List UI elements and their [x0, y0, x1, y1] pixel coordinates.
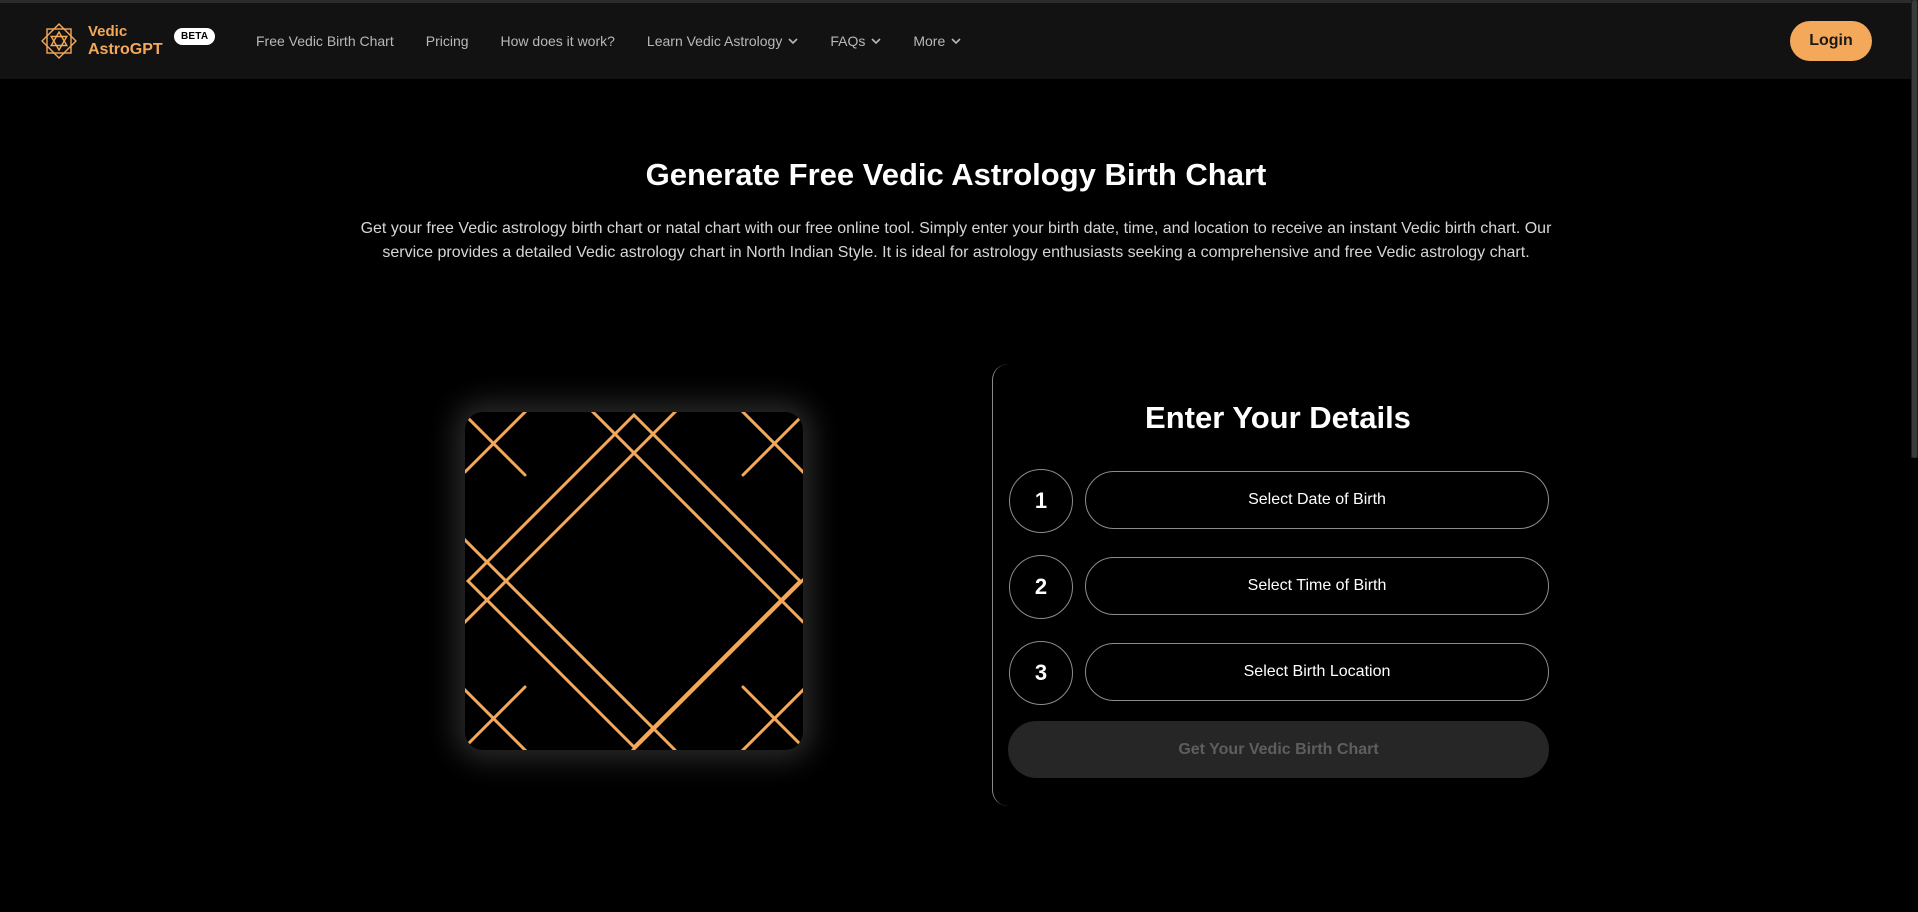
nav-free-vedic-birth-chart[interactable]: Free Vedic Birth Chart	[256, 33, 394, 49]
nav-faqs[interactable]: FAQs	[830, 33, 881, 49]
north-indian-chart-preview	[465, 412, 803, 750]
date-of-birth-field[interactable]: Select Date of Birth	[1085, 471, 1549, 529]
beta-badge: BETA	[174, 28, 216, 45]
chevron-down-icon	[871, 37, 881, 44]
nav-more[interactable]: More	[913, 33, 961, 49]
nav-label: FAQs	[830, 33, 866, 49]
star-of-david-icon	[41, 23, 77, 59]
nav-label: Learn Vedic Astrology	[646, 33, 783, 49]
chevron-down-icon	[788, 37, 798, 44]
step-number-1: 1	[1009, 469, 1073, 533]
step-number-2: 2	[1009, 555, 1073, 619]
main-nav: Free Vedic Birth Chart Pricing How does …	[256, 3, 993, 79]
nav-learn-vedic-astrology[interactable]: Learn Vedic Astrology	[647, 33, 798, 49]
nav-label: Pricing	[425, 33, 469, 49]
nav-label: How does it work?	[500, 33, 615, 49]
page-scrollbar[interactable]	[1911, 0, 1918, 458]
brand-line2: AstroGPT	[88, 41, 163, 58]
birth-location-field[interactable]: Select Birth Location	[1085, 643, 1549, 701]
navbar: Vedic AstroGPT BETA Free Vedic Birth Cha…	[0, 3, 1918, 79]
nav-label: Free Vedic Birth Chart	[256, 33, 394, 49]
brand-name: Vedic AstroGPT	[88, 23, 163, 59]
step-number-3: 3	[1009, 641, 1073, 705]
login-button[interactable]: Login	[1790, 21, 1872, 61]
north-indian-chart-icon	[465, 412, 803, 750]
brand-logo[interactable]: Vedic AstroGPT	[38, 20, 163, 62]
page-description: Get your free Vedic astrology birth char…	[360, 220, 1552, 261]
nav-how-it-works[interactable]: How does it work?	[501, 33, 615, 49]
time-of-birth-field[interactable]: Select Time of Birth	[1085, 557, 1549, 615]
nav-label: More	[913, 33, 946, 49]
get-birth-chart-button[interactable]: Get Your Vedic Birth Chart	[1008, 721, 1549, 778]
page-title: Generate Free Vedic Astrology Birth Char…	[645, 157, 1267, 192]
nav-pricing[interactable]: Pricing	[426, 33, 469, 49]
scrollbar-thumb[interactable]	[1912, 0, 1917, 458]
form-title: Enter Your Details	[1145, 400, 1411, 435]
chevron-down-icon	[951, 37, 961, 44]
brand-line1: Vedic	[88, 23, 128, 40]
